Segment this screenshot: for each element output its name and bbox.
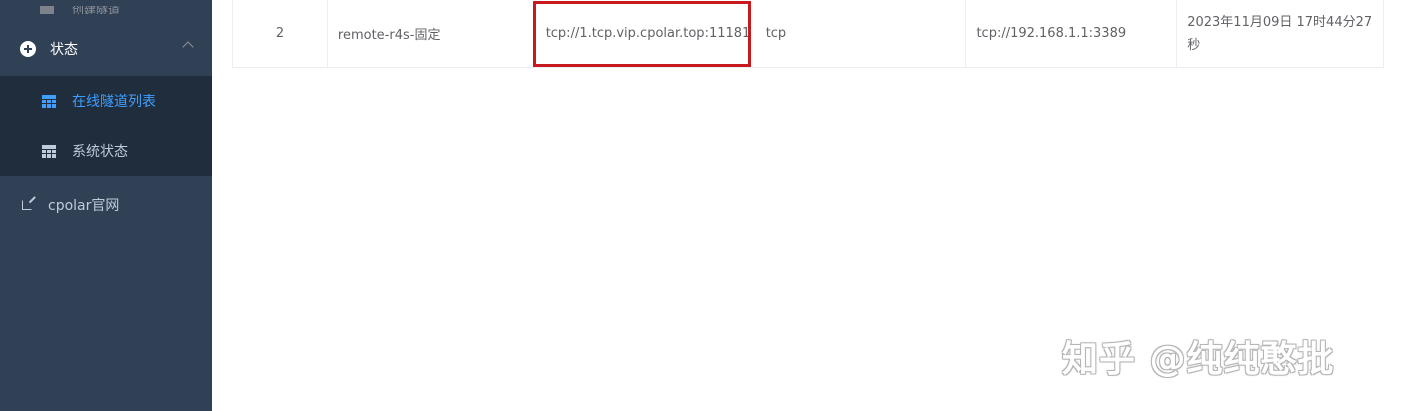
table-icon — [42, 94, 56, 108]
table-icon — [40, 6, 54, 14]
plus-circle-icon — [20, 40, 36, 57]
sidebar-item-label: 系统状态 — [72, 144, 128, 160]
watermark: 知乎 @纯纯憨批 — [1062, 339, 1335, 380]
sidebar-item-online-tunnels[interactable]: 在线隧道列表 — [0, 76, 212, 126]
sidebar-item-create-tunnel[interactable]: 创建隧道 — [0, 0, 212, 20]
sidebar: 创建隧道 状态 在线隧道列表 系统状态 cpolar官网 — [0, 0, 212, 411]
sidebar-item-system-status[interactable]: 系统状态 — [0, 126, 212, 176]
sidebar-group-status[interactable]: 状态 — [0, 21, 212, 76]
chevron-up-icon — [182, 41, 194, 53]
cell-name: remote-r4s-固定 — [328, 0, 536, 67]
sidebar-item-label: 创建隧道 — [72, 6, 121, 14]
sidebar-item-label: cpolar官网 — [48, 198, 120, 214]
sidebar-item-label: 在线隧道列表 — [72, 94, 156, 110]
cell-protocol: tcp — [756, 0, 967, 67]
table-row: 2 remote-r4s-固定 tcp://1.tcp.vip.cpolar.t… — [232, 0, 1384, 68]
cell-local-addr: tcp://192.168.1.1:3389 — [966, 0, 1178, 67]
cell-created: 2023年11月09日 17时44分27秒 — [1177, 0, 1384, 67]
cell-index: 2 — [233, 0, 328, 67]
sidebar-submenu: 在线隧道列表 系统状态 — [0, 76, 212, 176]
external-link-icon — [22, 200, 32, 210]
sidebar-link-cpolar-site[interactable]: cpolar官网 — [0, 180, 212, 230]
sidebar-group-label: 状态 — [50, 41, 78, 58]
highlight-annotation-box — [533, 1, 751, 67]
table-icon — [42, 144, 56, 158]
